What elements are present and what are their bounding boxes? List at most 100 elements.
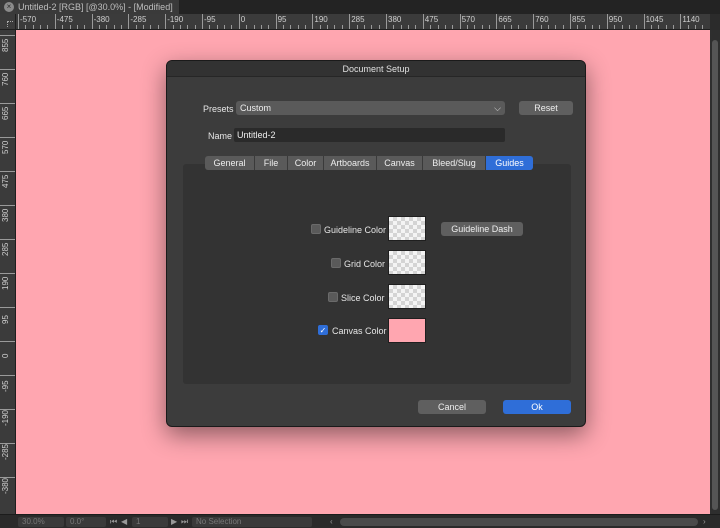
grid-color-checkbox[interactable] bbox=[331, 258, 341, 268]
left-ruler[interactable]: 855 760 665 570 475 380 285 190 95 0 -95 -190 -285 -3… bbox=[0, 30, 16, 514]
ruler-label: -570 bbox=[20, 15, 37, 24]
ruler-label: 285 bbox=[1, 242, 10, 256]
ruler-minor-tick bbox=[621, 25, 623, 29]
ruler-minor-tick bbox=[157, 25, 159, 29]
zoom-field[interactable]: 30.0% bbox=[18, 517, 64, 527]
ruler-label: 285 bbox=[351, 15, 365, 24]
next-page-icon[interactable]: ▶ bbox=[171, 516, 177, 528]
ruler-minor-tick bbox=[437, 25, 439, 29]
ruler-label: -285 bbox=[130, 15, 147, 24]
page-field[interactable]: 1 bbox=[132, 517, 168, 527]
close-tab-icon[interactable]: × bbox=[4, 2, 14, 12]
reset-button[interactable]: Reset bbox=[519, 101, 573, 115]
guideline-color-label: Guideline Color bbox=[324, 225, 387, 235]
ruler-minor-tick bbox=[194, 25, 196, 29]
ruler-label: 95 bbox=[277, 15, 287, 24]
name-input[interactable] bbox=[234, 128, 505, 142]
tab-general[interactable]: General bbox=[205, 156, 255, 170]
horizontal-scrollbar[interactable] bbox=[340, 518, 698, 526]
ruler-minor-tick bbox=[224, 25, 226, 29]
ruler-label: -190 bbox=[167, 15, 184, 24]
tab-file[interactable]: File bbox=[255, 156, 288, 170]
ruler-minor-tick bbox=[658, 25, 660, 29]
ruler-minor-tick bbox=[319, 25, 321, 29]
first-page-icon[interactable]: ⏮ bbox=[110, 516, 117, 528]
top-ruler[interactable]: -570 -475 -380 -285 -190 -95 0 95 190 285 380 475 57… bbox=[16, 14, 710, 30]
previous-page-icon[interactable]: ◀ bbox=[121, 516, 127, 528]
slice-color-checkbox[interactable] bbox=[328, 292, 338, 302]
ruler-tick bbox=[0, 307, 15, 308]
document-setup-dialog: Document Setup Presets Custom ⌵ Reset Na… bbox=[166, 60, 586, 427]
dialog-title: Document Setup bbox=[167, 61, 585, 77]
ruler-tick bbox=[202, 14, 203, 29]
ruler-minor-tick bbox=[179, 25, 181, 29]
scroll-right-icon[interactable]: › bbox=[703, 516, 706, 528]
ruler-minor-tick bbox=[297, 25, 299, 29]
tab-bleed-slug[interactable]: Bleed/Slug bbox=[423, 156, 486, 170]
ruler-tick bbox=[459, 14, 461, 29]
ruler-minor-tick bbox=[32, 25, 34, 29]
ruler-label: 475 bbox=[1, 174, 10, 188]
settings-tabs: General File Color Artboards Canvas Blee… bbox=[205, 156, 533, 170]
ok-button[interactable]: Ok bbox=[503, 400, 571, 414]
ruler-minor-tick bbox=[305, 25, 307, 29]
ruler-label: 1045 bbox=[645, 15, 664, 24]
guideline-color-swatch[interactable] bbox=[388, 216, 426, 241]
ruler-minor-tick bbox=[187, 25, 189, 29]
ruler-minor-tick bbox=[474, 25, 476, 29]
ruler-label: 0 bbox=[1, 353, 10, 358]
ruler-minor-tick bbox=[69, 25, 71, 29]
ruler-label: -380 bbox=[93, 15, 110, 24]
canvas-color-swatch[interactable] bbox=[388, 318, 426, 343]
slice-color-swatch[interactable] bbox=[388, 284, 426, 309]
ruler-minor-tick bbox=[650, 25, 652, 29]
ruler-tick bbox=[165, 14, 167, 29]
ruler-tick bbox=[349, 14, 351, 29]
ruler-label: -190 bbox=[1, 409, 10, 426]
vertical-scrollbar[interactable] bbox=[710, 30, 720, 514]
tab-bar bbox=[180, 0, 720, 14]
ruler-tick bbox=[0, 103, 15, 104]
tab-color[interactable]: Color bbox=[288, 156, 324, 170]
ruler-minor-tick bbox=[511, 25, 513, 29]
guideline-color-checkbox[interactable] bbox=[311, 224, 321, 234]
ruler-minor-tick bbox=[378, 25, 380, 29]
ruler-minor-tick bbox=[253, 25, 255, 29]
chevron-down-icon: ⌵ bbox=[494, 103, 501, 113]
scrollbar-thumb[interactable] bbox=[712, 40, 718, 510]
presets-label: Presets bbox=[203, 104, 234, 114]
document-tab[interactable]: × Untitled-2 [RGB] [@30.0%] - [Modified] bbox=[0, 0, 180, 14]
ruler-tick bbox=[0, 239, 15, 240]
tab-guides[interactable]: Guides bbox=[486, 156, 533, 170]
guides-panel bbox=[183, 164, 571, 384]
tab-canvas[interactable]: Canvas bbox=[377, 156, 423, 170]
ruler-minor-tick bbox=[76, 25, 78, 29]
cancel-button[interactable]: Cancel bbox=[418, 400, 486, 414]
ruler-minor-tick bbox=[363, 25, 365, 29]
ruler-minor-tick bbox=[135, 25, 137, 29]
ruler-label: 380 bbox=[388, 15, 402, 24]
rotation-field[interactable]: 0.0° bbox=[66, 517, 106, 527]
ruler-label: 760 bbox=[1, 72, 10, 86]
ruler-tick bbox=[0, 409, 15, 410]
guideline-dash-button[interactable]: Guideline Dash bbox=[441, 222, 523, 236]
selection-field[interactable]: No Selection bbox=[192, 517, 312, 527]
ruler-tick bbox=[533, 14, 535, 29]
ruler-minor-tick bbox=[503, 25, 505, 29]
ruler-label: 570 bbox=[461, 15, 475, 24]
tab-artboards[interactable]: Artboards bbox=[324, 156, 377, 170]
ruler-tick bbox=[496, 14, 498, 29]
ruler-minor-tick bbox=[25, 25, 27, 29]
ruler-minor-tick bbox=[400, 25, 402, 29]
presets-dropdown[interactable]: Custom ⌵ bbox=[236, 101, 505, 115]
ruler-minor-tick bbox=[113, 25, 115, 29]
ruler-label: 855 bbox=[1, 38, 10, 52]
ruler-tick bbox=[275, 14, 277, 29]
ruler-origin[interactable] bbox=[0, 14, 16, 30]
scroll-left-icon[interactable]: ‹ bbox=[330, 516, 333, 528]
ruler-minor-tick bbox=[695, 25, 697, 29]
canvas-color-checkbox[interactable]: ✓ bbox=[318, 325, 328, 335]
last-page-icon[interactable]: ⏭ bbox=[181, 516, 188, 528]
grid-color-swatch[interactable] bbox=[388, 250, 426, 275]
ruler-minor-tick bbox=[393, 25, 395, 29]
